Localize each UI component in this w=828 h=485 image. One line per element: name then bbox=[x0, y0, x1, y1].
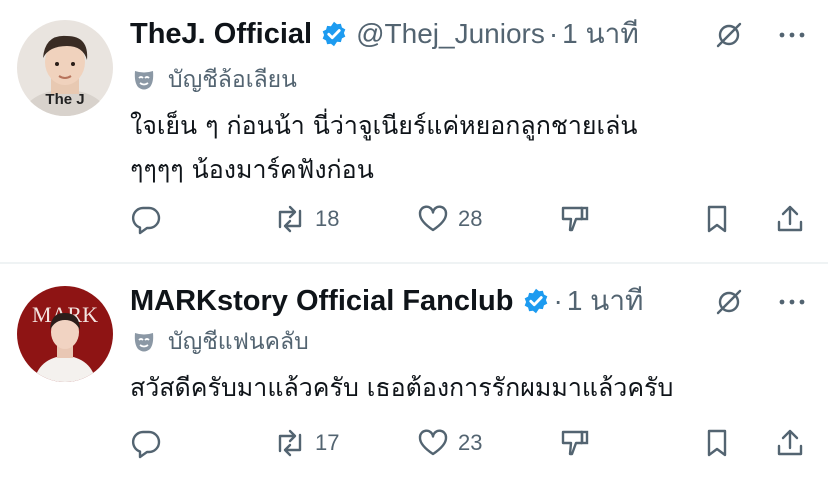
display-name[interactable]: MARKstory Official Fanclub bbox=[130, 285, 514, 318]
verified-badge-icon bbox=[522, 287, 550, 315]
avatar[interactable]: MARK bbox=[17, 286, 113, 382]
retweet-count: 17 bbox=[315, 430, 340, 455]
reply-button[interactable] bbox=[130, 199, 162, 239]
tweet-text: สวัสดีครับมาแล้วครับ เธอต้องการรักผมมาแล… bbox=[130, 366, 800, 410]
downvote-icon bbox=[558, 426, 592, 460]
downvote-button[interactable] bbox=[558, 423, 592, 463]
separator-dot: · bbox=[548, 18, 559, 49]
downvote-icon bbox=[558, 202, 592, 236]
tweet-action-bar: 18 28 bbox=[130, 199, 810, 239]
account-label: บัญชีล้อเลียน bbox=[130, 62, 297, 98]
label-text: บัญชีแฟนคลับ bbox=[168, 329, 309, 355]
bookmark-button[interactable] bbox=[702, 423, 732, 463]
handle[interactable]: @Thej_Juniors bbox=[356, 18, 545, 50]
like-button[interactable]: 28 bbox=[416, 199, 482, 239]
tweet-text-line: สวัสดีครับมาแล้วครับ เธอต้องการรักผมมาแล… bbox=[130, 373, 674, 402]
share-button[interactable] bbox=[774, 423, 806, 463]
reply-icon bbox=[130, 203, 162, 235]
retweet-icon bbox=[273, 427, 307, 459]
tweet-text-line: ใจเย็น ๆ ก่อนน้า นี่ว่าจูเนียร์แค่หยอกลู… bbox=[130, 111, 638, 140]
account-label: บัญชีแฟนคลับ bbox=[130, 324, 309, 360]
retweet-count: 18 bbox=[315, 206, 340, 231]
tweet-text-line: ๆๆๆๆ น้องมาร์คฟังก่อน bbox=[130, 155, 374, 184]
tweet-header: MARKstory Official Fanclub · 1 นาที bbox=[130, 281, 644, 321]
retweet-button[interactable]: 18 bbox=[273, 199, 339, 239]
mute-icon[interactable] bbox=[714, 287, 744, 317]
reply-button[interactable] bbox=[130, 423, 162, 463]
retweet-icon bbox=[273, 203, 307, 235]
share-icon bbox=[774, 203, 806, 235]
reply-icon bbox=[130, 427, 162, 459]
share-button[interactable] bbox=[774, 199, 806, 239]
display-name[interactable]: TheJ. Official bbox=[130, 18, 312, 51]
retweet-button[interactable]: 17 bbox=[273, 423, 339, 463]
like-count: 23 bbox=[458, 430, 483, 455]
separator-dot: · bbox=[553, 285, 563, 316]
verified-badge-icon bbox=[320, 20, 348, 48]
more-icon[interactable] bbox=[778, 287, 806, 317]
share-icon bbox=[774, 427, 806, 459]
heart-icon bbox=[416, 427, 450, 459]
avatar-caption: The J bbox=[45, 91, 84, 108]
bookmark-button[interactable] bbox=[702, 199, 732, 239]
tweet-header: TheJ. Official @Thej_Juniors · 1 นาที bbox=[130, 14, 639, 54]
tweet-top-actions bbox=[714, 20, 806, 50]
timestamp[interactable]: 1 นาที bbox=[562, 12, 639, 56]
parody-mask-icon bbox=[130, 328, 158, 356]
tweet-action-bar: 17 23 bbox=[130, 423, 810, 463]
parody-mask-icon bbox=[130, 66, 158, 94]
bookmark-icon bbox=[702, 203, 732, 235]
avatar[interactable]: The J bbox=[17, 20, 113, 116]
like-button[interactable]: 23 bbox=[416, 423, 482, 463]
more-icon[interactable] bbox=[778, 20, 806, 50]
timestamp[interactable]: 1 นาที bbox=[567, 279, 644, 323]
downvote-button[interactable] bbox=[558, 199, 592, 239]
heart-icon bbox=[416, 203, 450, 235]
bookmark-icon bbox=[702, 427, 732, 459]
tweet-text: ใจเย็น ๆ ก่อนน้า นี่ว่าจูเนียร์แค่หยอกลู… bbox=[130, 104, 800, 192]
tweet-top-actions bbox=[714, 287, 806, 317]
like-count: 28 bbox=[458, 206, 483, 231]
mute-icon[interactable] bbox=[714, 20, 744, 50]
label-text: บัญชีล้อเลียน bbox=[168, 67, 297, 93]
